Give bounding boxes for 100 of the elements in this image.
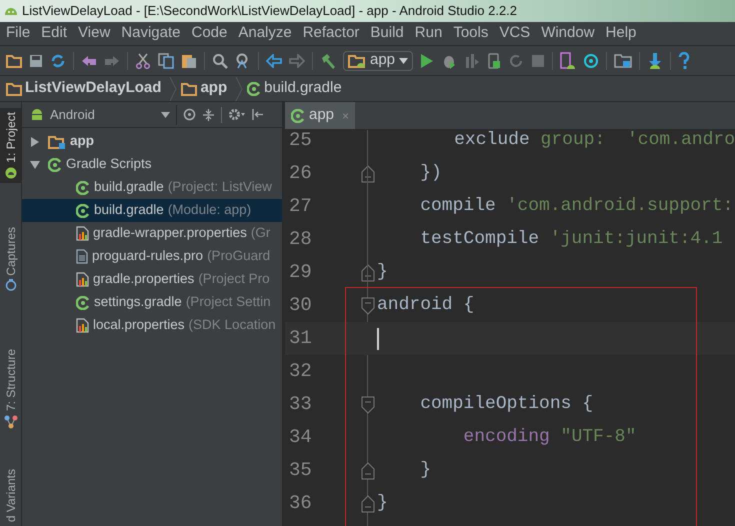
fold-marker-icon[interactable] <box>361 296 375 314</box>
code-line: } <box>377 261 388 284</box>
forward-arrow-icon[interactable] <box>289 54 305 68</box>
menu-item[interactable]: Tools <box>453 22 488 45</box>
properties-file-icon <box>76 226 89 241</box>
folder-icon <box>181 82 198 96</box>
menu-item[interactable]: Help <box>606 22 636 45</box>
tool-window-tab[interactable]: d Variants <box>0 464 22 526</box>
fold-marker-icon[interactable] <box>361 462 375 480</box>
refresh-icon[interactable] <box>508 52 524 68</box>
scissors-icon[interactable] <box>135 52 151 68</box>
device-icon[interactable] <box>487 52 502 68</box>
sdk-manager-icon[interactable] <box>647 52 664 70</box>
tree-item[interactable]: settings.gradle (Project Settin <box>22 291 282 314</box>
tree-item[interactable]: proguard-rules.pro (ProGuard <box>22 245 282 268</box>
run-configuration-dropdown[interactable]: app <box>343 50 414 70</box>
code-line: compileOptions { <box>419 393 594 416</box>
tab-label: app <box>309 105 334 126</box>
file-detail: (Module: app) <box>168 201 252 220</box>
folder-icon[interactable] <box>6 54 22 68</box>
redo-icon[interactable] <box>104 54 120 68</box>
editor-tab[interactable]: app × <box>285 102 356 129</box>
tree-item[interactable]: build.gradle (Module: app) <box>22 199 282 222</box>
properties-file-icon <box>76 272 89 287</box>
save-icon[interactable] <box>29 54 43 68</box>
avd-manager-icon[interactable] <box>560 52 576 70</box>
view-name: Android <box>50 106 95 124</box>
collapse-icon[interactable] <box>202 108 215 122</box>
fold-marker-icon[interactable] <box>361 164 375 182</box>
menu-item[interactable]: View <box>78 22 110 45</box>
tree-item[interactable]: gradle-wrapper.properties (Gr <box>22 222 282 245</box>
file-name: build.gradle <box>94 201 164 220</box>
module-folder-icon <box>348 54 366 68</box>
paste-icon[interactable] <box>181 52 197 68</box>
tree-item[interactable]: build.gradle (Project: ListView <box>22 176 282 199</box>
code-line: android { <box>377 294 474 317</box>
menu-item[interactable]: Navigate <box>121 22 180 45</box>
run-icon[interactable] <box>420 52 434 68</box>
tree-item[interactable]: local.properties (SDK Location <box>22 314 282 337</box>
project-structure-icon[interactable] <box>614 52 632 68</box>
file-name: proguard-rules.pro <box>92 247 204 266</box>
gear-icon[interactable] <box>228 108 246 121</box>
crosshair-icon[interactable] <box>183 108 196 121</box>
folder-icon <box>6 82 22 96</box>
menu-item[interactable]: Edit <box>41 22 68 45</box>
help-icon[interactable] <box>678 52 690 70</box>
file-detail: (Project Pro <box>198 270 270 288</box>
menu-item[interactable]: Window <box>541 22 595 45</box>
hide-panel-icon[interactable] <box>252 108 265 121</box>
fold-marker-icon[interactable] <box>361 264 375 282</box>
gradle-icon <box>48 158 62 172</box>
line-number: 32 <box>288 359 313 384</box>
copy-icon[interactable] <box>158 52 174 68</box>
collapsed-arrow-icon[interactable] <box>30 136 40 146</box>
breadcrumb[interactable]: build.gradle <box>247 77 350 100</box>
project-view-dropdown[interactable]: Android <box>50 104 170 124</box>
gradle-icon <box>76 180 90 194</box>
back-arrow-icon[interactable] <box>266 54 282 68</box>
structure-icon <box>4 415 18 430</box>
line-number: 30 <box>288 293 313 318</box>
line-number: 25 <box>288 130 313 154</box>
menu-item[interactable]: Refactor <box>302 22 360 45</box>
hammer-icon[interactable] <box>320 52 336 68</box>
tree-item[interactable]: gradle.properties (Project Pro <box>22 268 282 291</box>
file-detail: (SDK Location <box>188 316 276 334</box>
file-detail: (ProGuard <box>207 247 270 266</box>
expanded-arrow-icon[interactable] <box>30 160 40 168</box>
fold-marker-icon[interactable] <box>361 494 375 512</box>
menu-item[interactable]: Code <box>191 22 228 45</box>
tool-window-tab[interactable]: 1: Project <box>0 108 22 183</box>
menu-item[interactable]: VCS <box>499 22 530 45</box>
window-title: ListViewDelayLoad - [E:\SecondWork\ListViewDelayLoad] - app - Android Studio 2.2.2 <box>22 2 518 20</box>
stop-icon[interactable] <box>531 54 546 68</box>
sync-icon[interactable] <box>50 52 66 68</box>
tool-window-tab[interactable]: Captures <box>0 222 22 296</box>
breadcrumb[interactable]: ListViewDelayLoad <box>6 77 170 100</box>
file-name: app <box>70 132 94 150</box>
tree-item[interactable]: app <box>22 130 282 153</box>
sync-gradle-icon[interactable] <box>583 52 600 68</box>
text-caret <box>377 328 379 350</box>
properties-file-icon <box>76 318 89 333</box>
file-detail: (Project Settin <box>186 293 271 312</box>
tool-window-tab[interactable]: 7: Structure <box>0 345 22 434</box>
fold-marker-icon[interactable] <box>361 396 375 414</box>
line-number: 26 <box>288 161 313 186</box>
gradle-icon <box>76 204 90 218</box>
search-icon[interactable] <box>212 52 228 68</box>
tree-item[interactable]: Gradle Scripts <box>22 153 282 176</box>
camera-icon <box>4 279 16 292</box>
file-name: gradle-wrapper.properties <box>93 224 247 242</box>
bars-icon[interactable] <box>464 52 480 68</box>
menu-item[interactable]: Analyze <box>238 22 292 45</box>
file-name: gradle.properties <box>93 270 194 288</box>
breadcrumb[interactable]: app <box>181 77 236 100</box>
menu-item[interactable]: Build <box>370 22 404 45</box>
undo-icon[interactable] <box>81 54 97 68</box>
android-logo-icon <box>4 7 18 15</box>
gradle-icon <box>76 296 90 310</box>
menu-item[interactable]: File <box>6 22 30 45</box>
menu-item[interactable]: Run <box>414 22 442 45</box>
